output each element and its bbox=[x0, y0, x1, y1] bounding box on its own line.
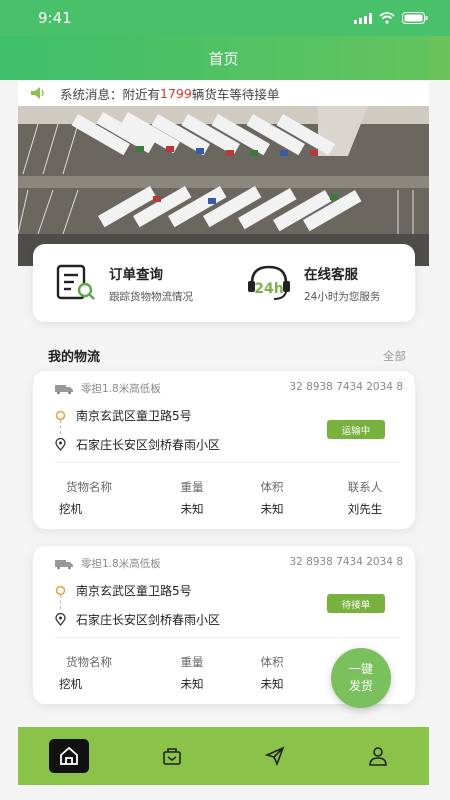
headset-24h-icon: 24h bbox=[248, 265, 290, 300]
order-query-title: 订单查询 bbox=[109, 266, 163, 283]
order-number: 32 8938 7434 2034 8 bbox=[289, 556, 403, 568]
signal-icon bbox=[354, 12, 372, 24]
origin-address: 南京玄武区童卫路5号 bbox=[76, 409, 192, 423]
order-number: 32 8938 7434 2034 8 bbox=[289, 381, 403, 393]
online-service-button[interactable]: 24h 在线客服 24小时为您服务 bbox=[224, 263, 415, 304]
home-icon bbox=[60, 746, 79, 765]
route-line bbox=[60, 420, 61, 434]
cargo-name-label: 货物名称 bbox=[66, 655, 112, 669]
origin-row: 南京玄武区童卫路5号 bbox=[55, 407, 192, 424]
notice-suffix: 辆货车等待接单 bbox=[191, 86, 280, 102]
destination-address: 石家庄长安区剑桥春雨小区 bbox=[76, 438, 221, 452]
destination-row: 石家庄长安区剑桥春雨小区 bbox=[55, 611, 220, 628]
truck-icon bbox=[55, 384, 73, 394]
tab-orders[interactable] bbox=[152, 739, 192, 773]
notice-prefix: 系统消息：附近有 bbox=[60, 86, 161, 102]
order-query-sub: 跟踪货物物流情况 bbox=[109, 290, 193, 303]
bottom-tab-bar bbox=[18, 727, 429, 785]
weight-value: 未知 bbox=[180, 677, 204, 691]
app-header: 首页 bbox=[18, 36, 429, 80]
location-pin-icon bbox=[55, 613, 66, 626]
weight-value: 未知 bbox=[180, 502, 204, 516]
system-notice[interactable]: 系统消息：附近有 1799 辆货车等待接单 bbox=[18, 80, 429, 106]
origin-row: 南京玄武区童卫路5号 bbox=[55, 582, 192, 599]
divider bbox=[55, 462, 401, 463]
destination-row: 石家庄长安区剑桥春雨小区 bbox=[55, 436, 220, 453]
page-title: 首页 bbox=[208, 49, 239, 68]
banner-image[interactable] bbox=[18, 106, 429, 266]
quick-ship-button[interactable]: 一键 发货 bbox=[331, 648, 391, 708]
location-pin-icon bbox=[55, 438, 66, 451]
contact-value: 刘先生 bbox=[347, 502, 383, 516]
notice-count: 1799 bbox=[160, 85, 192, 101]
online-service-title: 在线客服 bbox=[304, 266, 358, 283]
order-search-icon bbox=[56, 264, 95, 300]
view-all-link[interactable]: 全部 bbox=[383, 348, 406, 364]
cargo-name-value: 挖机 bbox=[59, 502, 82, 516]
order-query-button[interactable]: 订单查询 跟踪货物物流情况 bbox=[33, 263, 224, 304]
contact-label: 联系人 bbox=[347, 480, 383, 494]
shipment-meta: 零担1.8米高低板 32 8938 7434 2034 8 bbox=[55, 381, 403, 396]
divider bbox=[55, 637, 401, 638]
wifi-icon bbox=[379, 12, 395, 24]
status-icons bbox=[354, 12, 428, 24]
vehicle-type: 零担1.8米高低板 bbox=[81, 383, 161, 395]
route-line bbox=[60, 595, 61, 609]
volume-label: 体积 bbox=[260, 655, 284, 669]
status-bar: 9:41 bbox=[0, 0, 450, 36]
destination-address: 石家庄长安区剑桥春雨小区 bbox=[76, 613, 221, 627]
cargo-details: 货物名称挖机 重量未知 体积未知 联系人刘先生 bbox=[59, 479, 395, 517]
battery-icon bbox=[402, 12, 428, 24]
package-icon bbox=[163, 748, 181, 765]
my-logistics-header: 我的物流 全部 bbox=[48, 346, 406, 366]
quick-ship-line1: 一键 bbox=[348, 662, 373, 676]
headset-24h-text: 24h bbox=[254, 281, 283, 297]
cargo-name-value: 挖机 bbox=[59, 677, 82, 691]
weight-label: 重量 bbox=[180, 655, 204, 669]
status-badge: 待接单 bbox=[327, 594, 385, 613]
section-title: 我的物流 bbox=[48, 350, 101, 365]
tab-messages[interactable] bbox=[255, 739, 295, 773]
quick-ship-line2: 发货 bbox=[348, 679, 373, 693]
shipment-meta: 零担1.8米高低板 32 8938 7434 2034 8 bbox=[55, 556, 403, 571]
shipment-card[interactable]: 零担1.8米高低板 32 8938 7434 2034 8 南京玄武区童卫路5号… bbox=[33, 371, 415, 529]
send-icon bbox=[264, 746, 285, 767]
user-icon bbox=[368, 747, 387, 766]
speaker-icon bbox=[31, 87, 44, 99]
cargo-name-label: 货物名称 bbox=[66, 480, 112, 494]
truck-parking-aerial bbox=[18, 106, 429, 266]
volume-value: 未知 bbox=[260, 677, 284, 691]
truck-icon bbox=[55, 559, 73, 569]
status-time: 9:41 bbox=[38, 9, 72, 27]
tab-home[interactable] bbox=[49, 739, 90, 773]
weight-label: 重量 bbox=[180, 480, 204, 494]
status-badge: 运输中 bbox=[327, 420, 385, 439]
vehicle-type: 零担1.8米高低板 bbox=[81, 558, 161, 570]
volume-label: 体积 bbox=[260, 480, 284, 494]
quick-actions-card: 订单查询 跟踪货物物流情况 24h 在线客服 24小时为您服务 bbox=[33, 244, 415, 322]
tab-profile[interactable] bbox=[358, 739, 398, 773]
online-service-sub: 24小时为您服务 bbox=[304, 290, 381, 303]
volume-value: 未知 bbox=[260, 502, 284, 516]
origin-address: 南京玄武区童卫路5号 bbox=[76, 584, 192, 598]
